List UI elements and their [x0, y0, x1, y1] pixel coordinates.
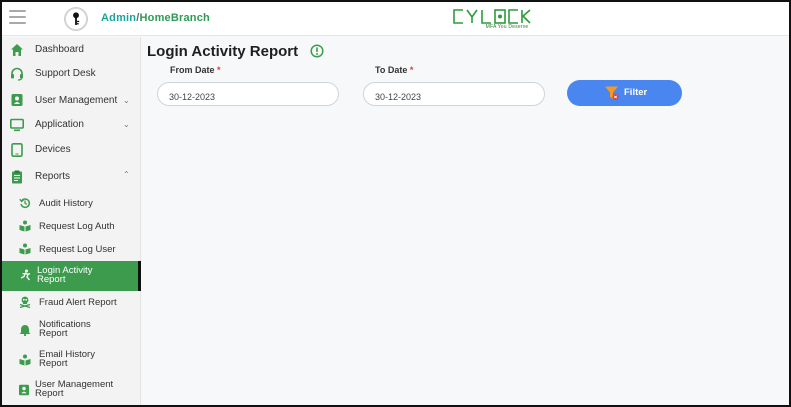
book-user-icon: [19, 243, 31, 255]
sidebar-item-label: User Management: [35, 95, 118, 106]
login-activity-icon: [20, 269, 31, 281]
sidebar-item-label: Fraud Alert Report: [39, 297, 117, 308]
sidebar-item-label: Dashboard: [35, 44, 84, 55]
from-date-input[interactable]: [157, 82, 339, 106]
history-icon: [19, 198, 31, 209]
to-date-label: To Date *: [375, 65, 413, 75]
chevron-down-icon: ⌄: [123, 96, 130, 105]
sidebar-item-devices[interactable]: Devices: [2, 142, 141, 158]
sidebar-item-label: Support Desk: [35, 68, 96, 79]
id-card-icon: [19, 384, 29, 396]
from-date-label-text: From Date: [170, 65, 215, 75]
menu-toggle-icon[interactable]: [9, 10, 26, 25]
sidebar-item-label-line2: Report: [37, 274, 66, 285]
skull-icon: [19, 296, 31, 308]
sidebar-item-label: Request Log Auth: [39, 221, 115, 232]
breadcrumb: Admin/HomeBranch: [101, 12, 210, 24]
sidebar-item-label: Devices: [35, 144, 71, 155]
to-date-input[interactable]: [363, 82, 545, 106]
sidebar-item-label: Audit History: [39, 198, 93, 209]
top-header: Admin/HomeBranch MFA You Deserve: [2, 2, 789, 36]
tablet-icon: [11, 143, 23, 157]
id-card-icon: [11, 94, 23, 106]
monitor-icon: [10, 118, 24, 132]
clipboard-icon: [12, 170, 22, 184]
chevron-down-icon: ⌄: [123, 120, 130, 129]
filter-button-label: Filter: [624, 87, 648, 98]
sidebar-item-label-line2: Report: [35, 388, 64, 399]
chevron-up-icon: ⌃: [123, 170, 130, 179]
required-marker: *: [217, 65, 221, 75]
sidebar-item-request-log-auth[interactable]: Request Log Auth: [2, 219, 141, 235]
info-icon[interactable]: [310, 44, 324, 58]
sidebar-item-label-line2: Report: [39, 328, 68, 339]
book-user-icon: [19, 220, 31, 232]
app-window: Admin/HomeBranch MFA You Deserve Dashboa…: [0, 0, 791, 407]
sidebar-item-login-activity-report[interactable]: Login Activity Report: [2, 261, 141, 291]
main-content: Login Activity Report From Date * To Dat…: [142, 37, 789, 405]
page-title: Login Activity Report: [147, 43, 299, 60]
sidebar-item-label: Request Log User: [39, 244, 116, 255]
sidebar-item-support-desk[interactable]: Support Desk: [2, 66, 141, 82]
sidebar: Dashboard Support Desk User Management ⌄: [2, 37, 141, 405]
from-date-label: From Date *: [170, 65, 221, 75]
bell-icon: [19, 325, 31, 336]
sidebar-item-user-management[interactable]: User Management ⌄: [2, 92, 141, 108]
breadcrumb-role: Admin: [101, 12, 137, 24]
headset-icon: [11, 67, 23, 81]
sidebar-item-fraud-alert-report[interactable]: Fraud Alert Report: [2, 295, 141, 311]
filter-button[interactable]: Filter: [567, 80, 682, 106]
required-marker: *: [409, 65, 414, 75]
book-user-icon: [19, 354, 31, 366]
sidebar-item-dashboard[interactable]: Dashboard: [2, 42, 141, 58]
active-indicator: [138, 261, 141, 291]
user-avatar[interactable]: [64, 7, 88, 31]
sidebar-item-audit-history[interactable]: Audit History: [2, 196, 141, 212]
sidebar-item-user-management-report[interactable]: User Management Report: [2, 377, 141, 403]
sidebar-item-request-log-user[interactable]: Request Log User: [2, 242, 141, 258]
sidebar-item-label-line2: Report: [39, 358, 68, 369]
sidebar-item-email-history-report[interactable]: Email History Report: [2, 347, 141, 373]
sidebar-item-label: Application: [35, 119, 84, 130]
home-icon: [11, 44, 23, 56]
logo-tagline: MFA You Deserve: [485, 24, 529, 30]
sidebar-item-reports[interactable]: Reports ⌃: [2, 169, 141, 185]
sidebar-item-notifications-report[interactable]: Notifications Report: [2, 317, 141, 343]
to-date-label-text: To Date: [375, 65, 408, 75]
sidebar-item-application[interactable]: Application ⌄: [2, 117, 141, 133]
filter-icon: [605, 86, 619, 100]
sidebar-item-label: Reports: [35, 171, 71, 182]
breadcrumb-branch[interactable]: HomeBranch: [140, 12, 210, 24]
